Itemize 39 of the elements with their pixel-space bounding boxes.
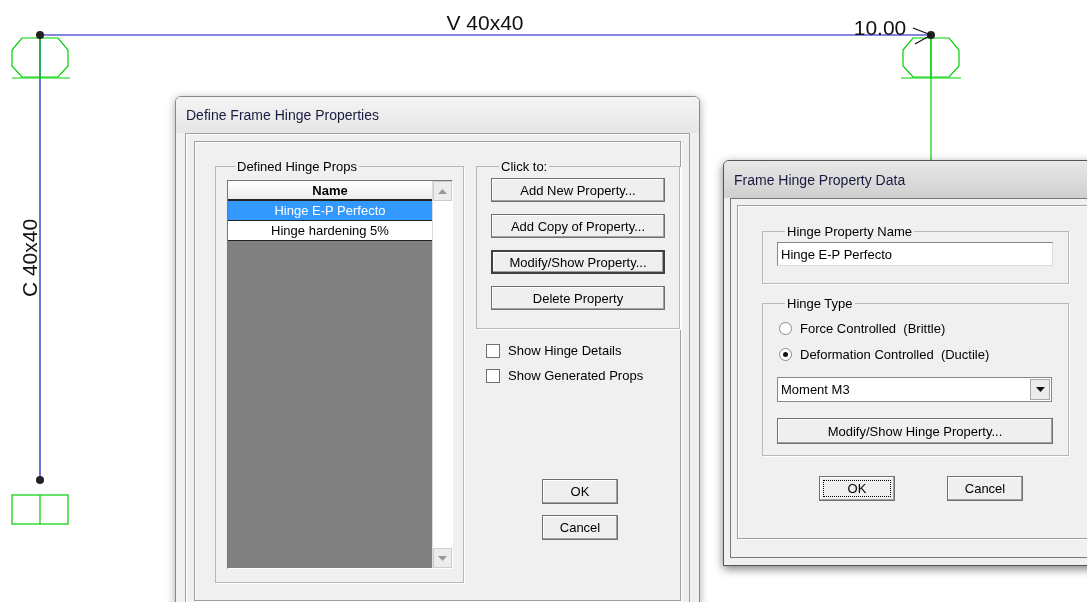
dialog-button[interactable]: Cancel (947, 476, 1023, 501)
dimension-label: 10.00 (853, 16, 907, 39)
window-title: Define Frame Hinge Properties (176, 97, 699, 133)
group-title: Hinge Type (786, 296, 854, 311)
dialog-button[interactable]: OK (542, 479, 618, 504)
node-dot (36, 476, 44, 484)
support-icon (11, 494, 69, 525)
node-dot (36, 31, 44, 39)
checkbox-label: Show Hinge Details (508, 343, 622, 358)
action-button[interactable]: Add New Property... (491, 178, 665, 202)
radio-label: Force Controlled (Brittle) (800, 320, 946, 336)
action-button[interactable]: Modify/Show Property... (491, 250, 665, 274)
radio-label: Deformation Controlled (Ductile) (800, 346, 990, 362)
action-button[interactable]: Add Copy of Property... (491, 214, 665, 238)
arrow-icon (912, 27, 932, 45)
action-button[interactable]: Delete Property (491, 286, 665, 310)
radio-button[interactable] (779, 321, 792, 335)
checkbox-label: Show Generated Props (508, 368, 644, 383)
beam-label: V 40x40 (446, 11, 524, 34)
group-title: Hinge Property Name (786, 224, 913, 239)
name-field[interactable]: Hinge E-P Perfecto (777, 242, 1053, 266)
radio-button[interactable] (779, 347, 792, 361)
group-title: Defined Hinge Props (236, 159, 358, 174)
list-item[interactable]: Hinge hardening 5% (228, 221, 432, 241)
dialog-button[interactable]: OK (819, 476, 895, 501)
window-title: Frame Hinge Property Data (724, 161, 1087, 198)
modify-button[interactable]: Modify/Show Hinge Property... (777, 418, 1053, 444)
hinge-icon (900, 37, 962, 79)
group-title: Click to: (500, 159, 549, 174)
node-dot (927, 31, 935, 39)
hinge-icon (11, 37, 71, 79)
column-header[interactable]: Name (228, 181, 432, 201)
checkbox[interactable] (486, 343, 500, 358)
checkbox[interactable] (486, 368, 500, 383)
column-label: C 40x40 (18, 218, 41, 298)
dropdown-arrow-icon[interactable] (1035, 387, 1045, 392)
dialog-button[interactable]: Cancel (542, 515, 618, 540)
list-box[interactable]: Name Hinge E-P Perfecto Hinge hardening 5% (227, 180, 453, 569)
component-dropdown[interactable]: Moment M3 (777, 377, 1052, 402)
